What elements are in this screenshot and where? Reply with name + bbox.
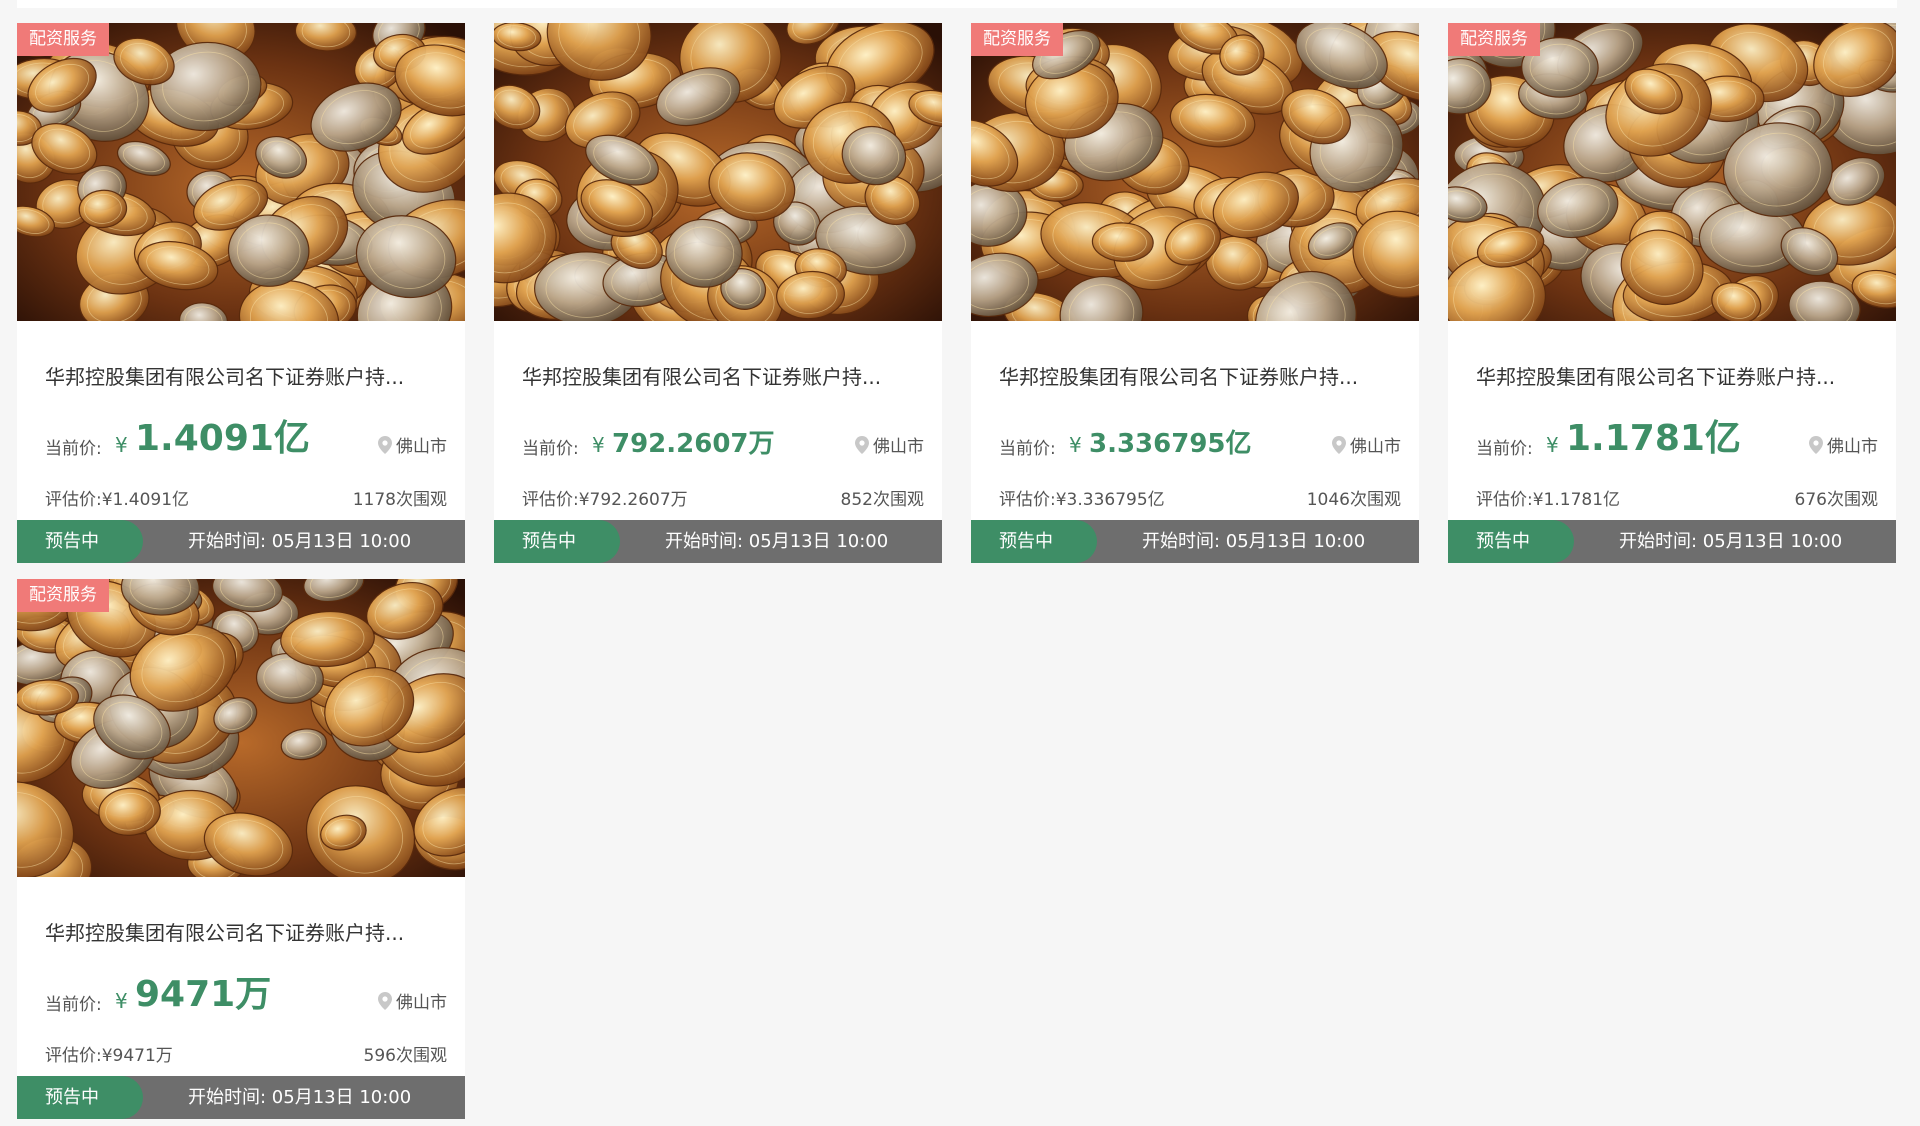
view-count: 1178次围观 <box>352 490 447 510</box>
start-time: 开始时间: 05月13日 10:00 <box>188 1087 412 1108</box>
estimate-price: 评估价:¥792.2607万 <box>522 490 688 510</box>
start-time: 开始时间: 05月13日 10:00 <box>1619 531 1843 552</box>
current-price-value: 9471万 <box>135 974 272 1015</box>
auction-card[interactable]: 配资服务 华邦控股集团有限公司名下证券账户持... 当前价: ¥ 3.33679… <box>971 23 1419 563</box>
card-title[interactable]: 华邦控股集团有限公司名下证券账户持... <box>45 361 445 390</box>
card-title[interactable]: 华邦控股集团有限公司名下证券账户持... <box>45 917 445 946</box>
card-footer: 预告中 开始时间: 05月13日 10:00 <box>494 520 942 563</box>
status-badge: 预告中 <box>971 520 1097 563</box>
current-price-label: 当前价: <box>1476 439 1533 459</box>
estimate-price: 评估价:¥1.1781亿 <box>1476 490 1621 510</box>
estimate-price: 评估价:¥1.4091亿 <box>45 490 190 510</box>
current-price-value: 3.336795亿 <box>1089 429 1252 459</box>
current-price-label: 当前价: <box>522 439 579 459</box>
current-price-label: 当前价: <box>45 439 102 459</box>
estimate-price: 评估价:¥3.336795亿 <box>999 490 1165 510</box>
card-footer: 预告中 开始时间: 05月13日 10:00 <box>17 520 465 563</box>
auction-card[interactable]: 配资服务 华邦控股集团有限公司名下证券账户持... 当前价: ¥ 1.1781亿… <box>1448 23 1896 563</box>
view-count: 676次围观 <box>1794 490 1878 510</box>
map-pin-icon <box>378 991 392 1010</box>
current-price-label: 当前价: <box>999 439 1056 459</box>
meta-row: 评估价:¥1.1781亿 676次围观 <box>1476 485 1878 510</box>
financing-service-badge: 配资服务 <box>1448 23 1540 56</box>
auction-card-grid: 配资服务 华邦控股集团有限公司名下证券账户持... 当前价: ¥ 1.4091亿… <box>17 23 1897 1119</box>
estimate-price: 评估价:¥9471万 <box>45 1046 173 1066</box>
card-title[interactable]: 华邦控股集团有限公司名下证券账户持... <box>522 361 922 390</box>
start-time: 开始时间: 05月13日 10:00 <box>1142 531 1366 552</box>
card-title[interactable]: 华邦控股集团有限公司名下证券账户持... <box>1476 361 1876 390</box>
coins-thumbnail[interactable] <box>494 23 942 321</box>
current-price-value: 1.1781亿 <box>1566 418 1741 459</box>
coins-thumbnail[interactable] <box>17 23 465 321</box>
location-city: 佛山市 <box>396 437 447 457</box>
coins-thumbnail[interactable] <box>17 579 465 877</box>
auction-card[interactable]: 配资服务 华邦控股集团有限公司名下证券账户持... 当前价: ¥ 1.4091亿… <box>17 23 465 563</box>
meta-row: 评估价:¥792.2607万 852次围观 <box>522 485 924 510</box>
currency-symbol: ¥ <box>1069 433 1082 457</box>
meta-row: 评估价:¥1.4091亿 1178次围观 <box>45 485 447 510</box>
location: 佛山市 <box>378 988 447 1013</box>
price-row: 当前价: ¥ 792.2607万 佛山市 <box>522 411 924 461</box>
view-count: 852次围观 <box>840 490 924 510</box>
card-footer: 预告中 开始时间: 05月13日 10:00 <box>17 1076 465 1119</box>
currency-symbol: ¥ <box>1546 433 1559 457</box>
location-city: 佛山市 <box>1827 437 1878 457</box>
view-count: 1046次围观 <box>1306 490 1401 510</box>
meta-row: 评估价:¥9471万 596次围观 <box>45 1041 447 1066</box>
status-badge: 预告中 <box>17 1076 143 1119</box>
location: 佛山市 <box>1332 432 1401 457</box>
view-count: 596次围观 <box>363 1046 447 1066</box>
coins-thumbnail[interactable] <box>1448 23 1896 321</box>
price-row: 当前价: ¥ 9471万 佛山市 <box>45 967 447 1017</box>
map-pin-icon <box>1809 435 1823 454</box>
location-city: 佛山市 <box>1350 437 1401 457</box>
currency-symbol: ¥ <box>115 433 128 457</box>
card-footer: 预告中 开始时间: 05月13日 10:00 <box>971 520 1419 563</box>
auction-card[interactable]: 配资服务 华邦控股集团有限公司名下证券账户持... 当前价: ¥ 9471万 佛… <box>17 579 465 1119</box>
current-price-label: 当前价: <box>45 995 102 1015</box>
status-badge: 预告中 <box>494 520 620 563</box>
map-pin-icon <box>855 435 869 454</box>
price-row: 当前价: ¥ 1.1781亿 佛山市 <box>1476 411 1878 461</box>
financing-service-badge: 配资服务 <box>971 23 1063 56</box>
coins-thumbnail[interactable] <box>971 23 1419 321</box>
start-time: 开始时间: 05月13日 10:00 <box>665 531 889 552</box>
location: 佛山市 <box>378 432 447 457</box>
current-price-value: 792.2607万 <box>612 429 775 459</box>
start-time: 开始时间: 05月13日 10:00 <box>188 531 412 552</box>
location-city: 佛山市 <box>873 437 924 457</box>
currency-symbol: ¥ <box>115 989 128 1013</box>
map-pin-icon <box>1332 435 1346 454</box>
current-price-value: 1.4091亿 <box>135 418 310 459</box>
status-badge: 预告中 <box>17 520 143 563</box>
auction-card[interactable]: 华邦控股集团有限公司名下证券账户持... 当前价: ¥ 792.2607万 佛山… <box>494 23 942 563</box>
map-pin-icon <box>378 435 392 454</box>
location: 佛山市 <box>855 432 924 457</box>
meta-row: 评估价:¥3.336795亿 1046次围观 <box>999 485 1401 510</box>
currency-symbol: ¥ <box>592 433 605 457</box>
location: 佛山市 <box>1809 432 1878 457</box>
card-title[interactable]: 华邦控股集团有限公司名下证券账户持... <box>999 361 1399 390</box>
financing-service-badge: 配资服务 <box>17 23 109 56</box>
location-city: 佛山市 <box>396 993 447 1013</box>
price-row: 当前价: ¥ 1.4091亿 佛山市 <box>45 411 447 461</box>
price-row: 当前价: ¥ 3.336795亿 佛山市 <box>999 411 1401 461</box>
top-divider-bar <box>17 0 1897 8</box>
status-badge: 预告中 <box>1448 520 1574 563</box>
financing-service-badge: 配资服务 <box>17 579 109 612</box>
card-footer: 预告中 开始时间: 05月13日 10:00 <box>1448 520 1896 563</box>
